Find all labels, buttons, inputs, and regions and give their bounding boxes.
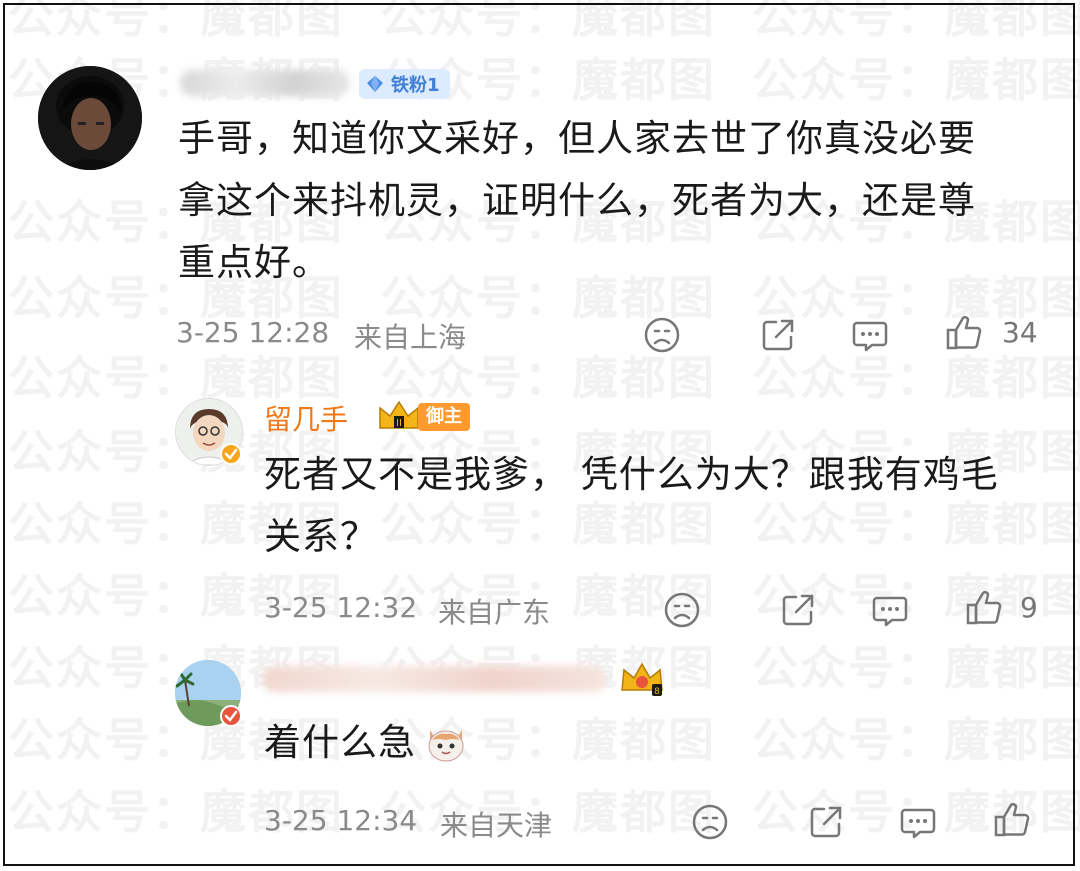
cat-emoji-icon xyxy=(428,730,464,762)
dislike-icon[interactable] xyxy=(690,802,730,842)
share-icon[interactable] xyxy=(806,802,846,842)
comment-text-line: 拿这个来抖机灵，证明什么，死者为大，还是尊 xyxy=(178,179,976,222)
like-icon[interactable] xyxy=(992,800,1032,840)
comment-text-line: 着什么急 xyxy=(264,721,416,764)
location: 来自上海 xyxy=(354,321,467,354)
like-count: 9 xyxy=(1020,591,1038,624)
timestamp: 3-25 12:32 xyxy=(264,591,418,624)
username-blurred[interactable] xyxy=(180,70,350,96)
fan-badge-label: 铁粉1 xyxy=(391,75,440,96)
comment-icon[interactable] xyxy=(870,590,910,630)
location: 来自广东 xyxy=(438,596,551,629)
verified-icon xyxy=(220,705,242,727)
crown-icon: II xyxy=(379,400,419,429)
avatar-photo-icon xyxy=(38,66,142,170)
like-icon[interactable] xyxy=(964,588,1004,628)
comment-text-line: 手哥，知道你文采好，但人家去世了你真没必要 xyxy=(178,117,976,160)
dislike-icon[interactable] xyxy=(642,315,682,355)
fan-badge: 铁粉1 xyxy=(359,69,450,99)
dislike-icon[interactable] xyxy=(662,590,702,630)
comment-text-line: 关系？ xyxy=(264,515,378,558)
verified-icon xyxy=(220,443,242,465)
comment-text-line: 死者又不是我爹， 凭什么为大？跟我有鸡毛 xyxy=(264,453,999,496)
comment-text-line: 重点好。 xyxy=(178,241,330,284)
username[interactable]: 留几手 xyxy=(264,398,348,438)
timestamp: 3-25 12:34 xyxy=(264,804,418,837)
diamond-icon xyxy=(367,76,383,92)
vip-tag: 御主 xyxy=(418,403,470,431)
svg-text:II: II xyxy=(396,418,402,429)
like-count: 34 xyxy=(1002,316,1038,349)
share-icon[interactable] xyxy=(758,315,798,355)
comment-icon[interactable] xyxy=(898,802,938,842)
timestamp: 3-25 12:28 xyxy=(176,316,330,349)
comment-icon[interactable] xyxy=(850,315,890,355)
svg-text:8: 8 xyxy=(654,687,660,697)
like-icon[interactable] xyxy=(944,313,984,353)
avatar[interactable] xyxy=(38,66,142,170)
location: 来自天津 xyxy=(440,809,553,842)
crown-icon: 8 xyxy=(621,662,663,697)
username-blurred[interactable] xyxy=(262,666,606,692)
share-icon[interactable] xyxy=(778,590,818,630)
